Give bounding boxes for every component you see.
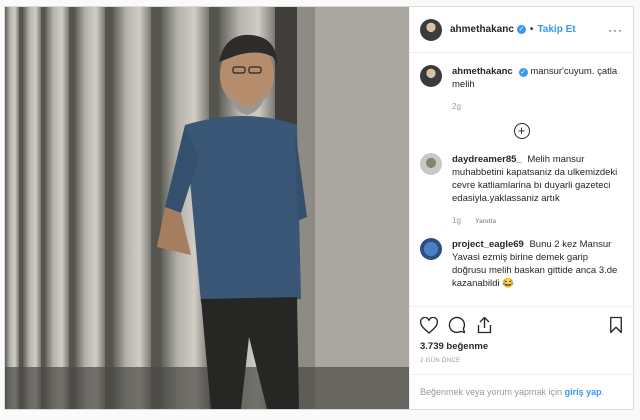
comment-username[interactable]: daydreamer85_ [452, 154, 522, 165]
photo-illustration [5, 7, 409, 409]
action-bar: 3.739 beğenme 2 GÜN ÖNCE [410, 306, 633, 364]
avatar[interactable] [420, 153, 442, 175]
plus-circle-icon[interactable]: + [513, 123, 530, 139]
follow-button[interactable]: Takip Et [537, 24, 575, 35]
comment-time[interactable]: 1g [452, 216, 461, 225]
post-photo[interactable] [5, 7, 409, 409]
avatar[interactable] [420, 65, 442, 87]
login-link[interactable]: giriş yap [565, 387, 602, 397]
comments-list: ahmethakanc ✓ mansur'cuyum. çatla melih 2… [410, 53, 633, 306]
comment-icon[interactable] [448, 316, 466, 334]
verified-icon: ✓ [518, 68, 528, 77]
share-icon[interactable] [476, 316, 493, 334]
post-header: ahmethakanc ✓ • Takip Et ··· [410, 7, 633, 53]
heart-icon[interactable] [420, 316, 438, 334]
post-modal: ahmethakanc ✓ • Takip Et ··· ahmethakanc… [4, 6, 634, 410]
likes-count[interactable]: 3.739 beğenme [420, 341, 623, 352]
post-timestamp[interactable]: 2 GÜN ÖNCE [420, 358, 623, 364]
verified-icon: ✓ [516, 25, 526, 34]
caption-time[interactable]: 2g [452, 102, 461, 111]
author-username[interactable]: ahmethakanc [450, 24, 514, 35]
avatar[interactable] [420, 18, 442, 41]
login-prompt-suffix: . [601, 387, 605, 397]
separator-dot: • [529, 24, 534, 35]
post-sidebar: ahmethakanc ✓ • Takip Et ··· ahmethakanc… [409, 7, 633, 409]
more-options-icon[interactable]: ··· [608, 23, 623, 37]
list-item: project_eagle69 Bunu 2 kez Mansur Yavasi… [420, 238, 623, 290]
caption-username[interactable]: ahmethakanc [452, 66, 513, 77]
avatar[interactable] [420, 238, 442, 260]
login-prompt-text: Beğenmek veya yorum yapmak için [420, 387, 563, 397]
comment-username[interactable]: project_eagle69 [452, 239, 524, 250]
login-prompt: Beğenmek veya yorum yapmak için giriş ya… [410, 374, 633, 409]
reply-button[interactable]: Yanıtla [475, 218, 496, 225]
list-item: daydreamer85_ Melih mansur muhabbetini k… [420, 153, 623, 228]
bookmark-icon[interactable] [609, 316, 623, 334]
caption: ahmethakanc ✓ mansur'cuyum. çatla melih 2… [420, 65, 623, 113]
